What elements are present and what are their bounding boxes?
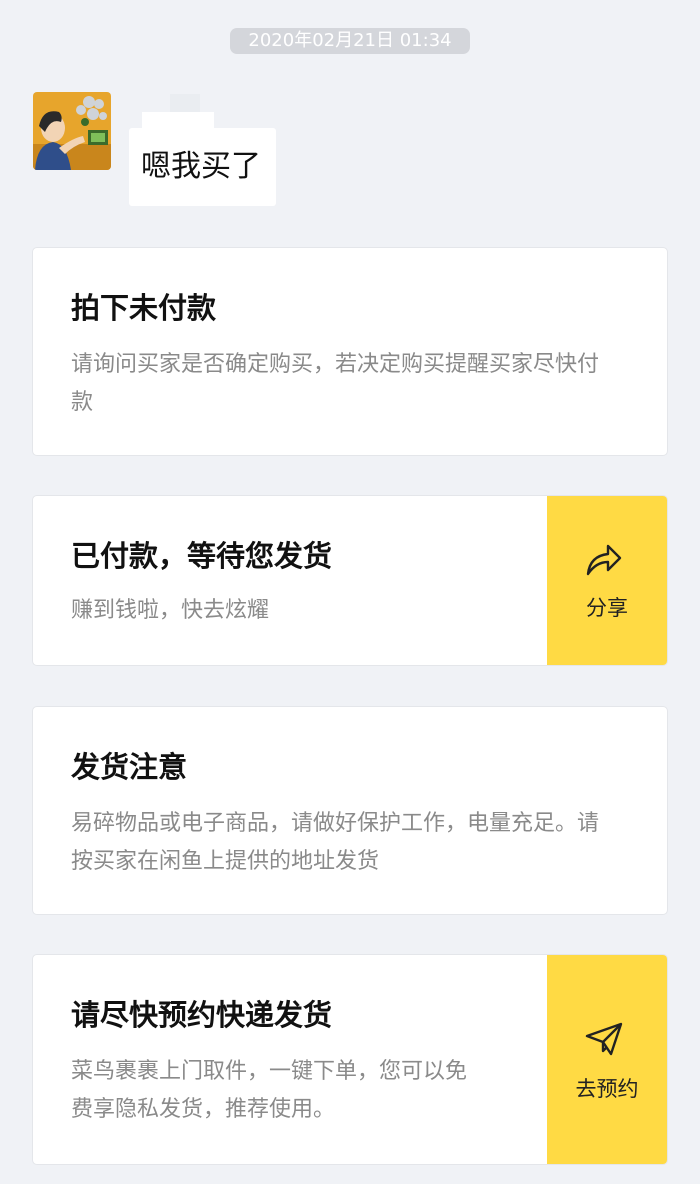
card-description-line: 费享隐私发货，推荐使用。 — [71, 1097, 336, 1122]
card-description-line: 易碎物品或电子商品，请做好保护工作，电量充足。请 — [71, 811, 600, 836]
card-unpaid: 拍下未付款 请询问买家是否确定购买，若决定购买提醒买家尽快付 款 — [32, 247, 668, 456]
card-description: 菜鸟裹裹上门取件，一键下单，您可以免 费享隐私发货，推荐使用。 — [71, 1053, 541, 1129]
card-description-line: 菜鸟裹裹上门取件，一键下单，您可以免 — [71, 1059, 468, 1084]
share-button-label: 分享 — [586, 596, 628, 620]
card-description-line: 款 — [71, 390, 94, 415]
card-description: 易碎物品或电子商品，请做好保护工作，电量充足。请 按买家在闲鱼上提供的地址发货 — [71, 805, 641, 881]
bubble-redacted-area — [142, 112, 214, 128]
sender-name-redacted — [170, 94, 200, 112]
card-title: 已付款，等待您发货 — [71, 539, 333, 573]
chat-message-text: 嗯我买了 — [141, 149, 261, 184]
chat-bubble[interactable]: 嗯我买了 — [129, 128, 276, 206]
card-shipping-notice: 发货注意 易碎物品或电子商品，请做好保护工作，电量充足。请 按买家在闲鱼上提供的… — [32, 706, 668, 915]
book-courier-button[interactable]: 去预约 — [547, 955, 667, 1164]
card-shipping-notice-body: 发货注意 易碎物品或电子商品，请做好保护工作，电量充足。请 按买家在闲鱼上提供的… — [71, 707, 641, 881]
card-description: 赚到钱啦，快去炫耀 — [71, 592, 541, 630]
share-icon — [586, 544, 622, 576]
card-book-courier-body: 请尽快预约快递发货 菜鸟裹裹上门取件，一键下单，您可以免 费享隐私发货，推荐使用… — [71, 955, 541, 1129]
card-paid-body: 已付款，等待您发货 赚到钱啦，快去炫耀 — [71, 496, 541, 630]
avatar-image — [33, 92, 111, 170]
card-description-line: 赚到钱啦，快去炫耀 — [71, 598, 270, 623]
avatar[interactable] — [33, 92, 111, 170]
book-courier-button-label: 去预约 — [575, 1077, 639, 1101]
card-book-courier: 请尽快预约快递发货 菜鸟裹裹上门取件，一键下单，您可以免 费享隐私发货，推荐使用… — [32, 954, 668, 1165]
share-button[interactable]: 分享 — [547, 496, 667, 665]
card-title: 请尽快预约快递发货 — [71, 998, 333, 1032]
card-description-line: 请询问买家是否确定购买，若决定购买提醒买家尽快付 — [71, 352, 600, 377]
message-timestamp: 2020年02月21日 01:34 — [230, 28, 470, 54]
card-unpaid-body: 拍下未付款 请询问买家是否确定购买，若决定购买提醒买家尽快付 款 — [71, 248, 641, 422]
card-description-line: 按买家在闲鱼上提供的地址发货 — [71, 849, 380, 874]
card-paid: 已付款，等待您发货 赚到钱啦，快去炫耀 分享 — [32, 495, 668, 666]
card-title: 拍下未付款 — [71, 291, 217, 325]
card-description: 请询问买家是否确定购买，若决定购买提醒买家尽快付 款 — [71, 346, 641, 422]
card-title: 发货注意 — [71, 750, 188, 784]
paper-plane-icon — [585, 1022, 623, 1056]
